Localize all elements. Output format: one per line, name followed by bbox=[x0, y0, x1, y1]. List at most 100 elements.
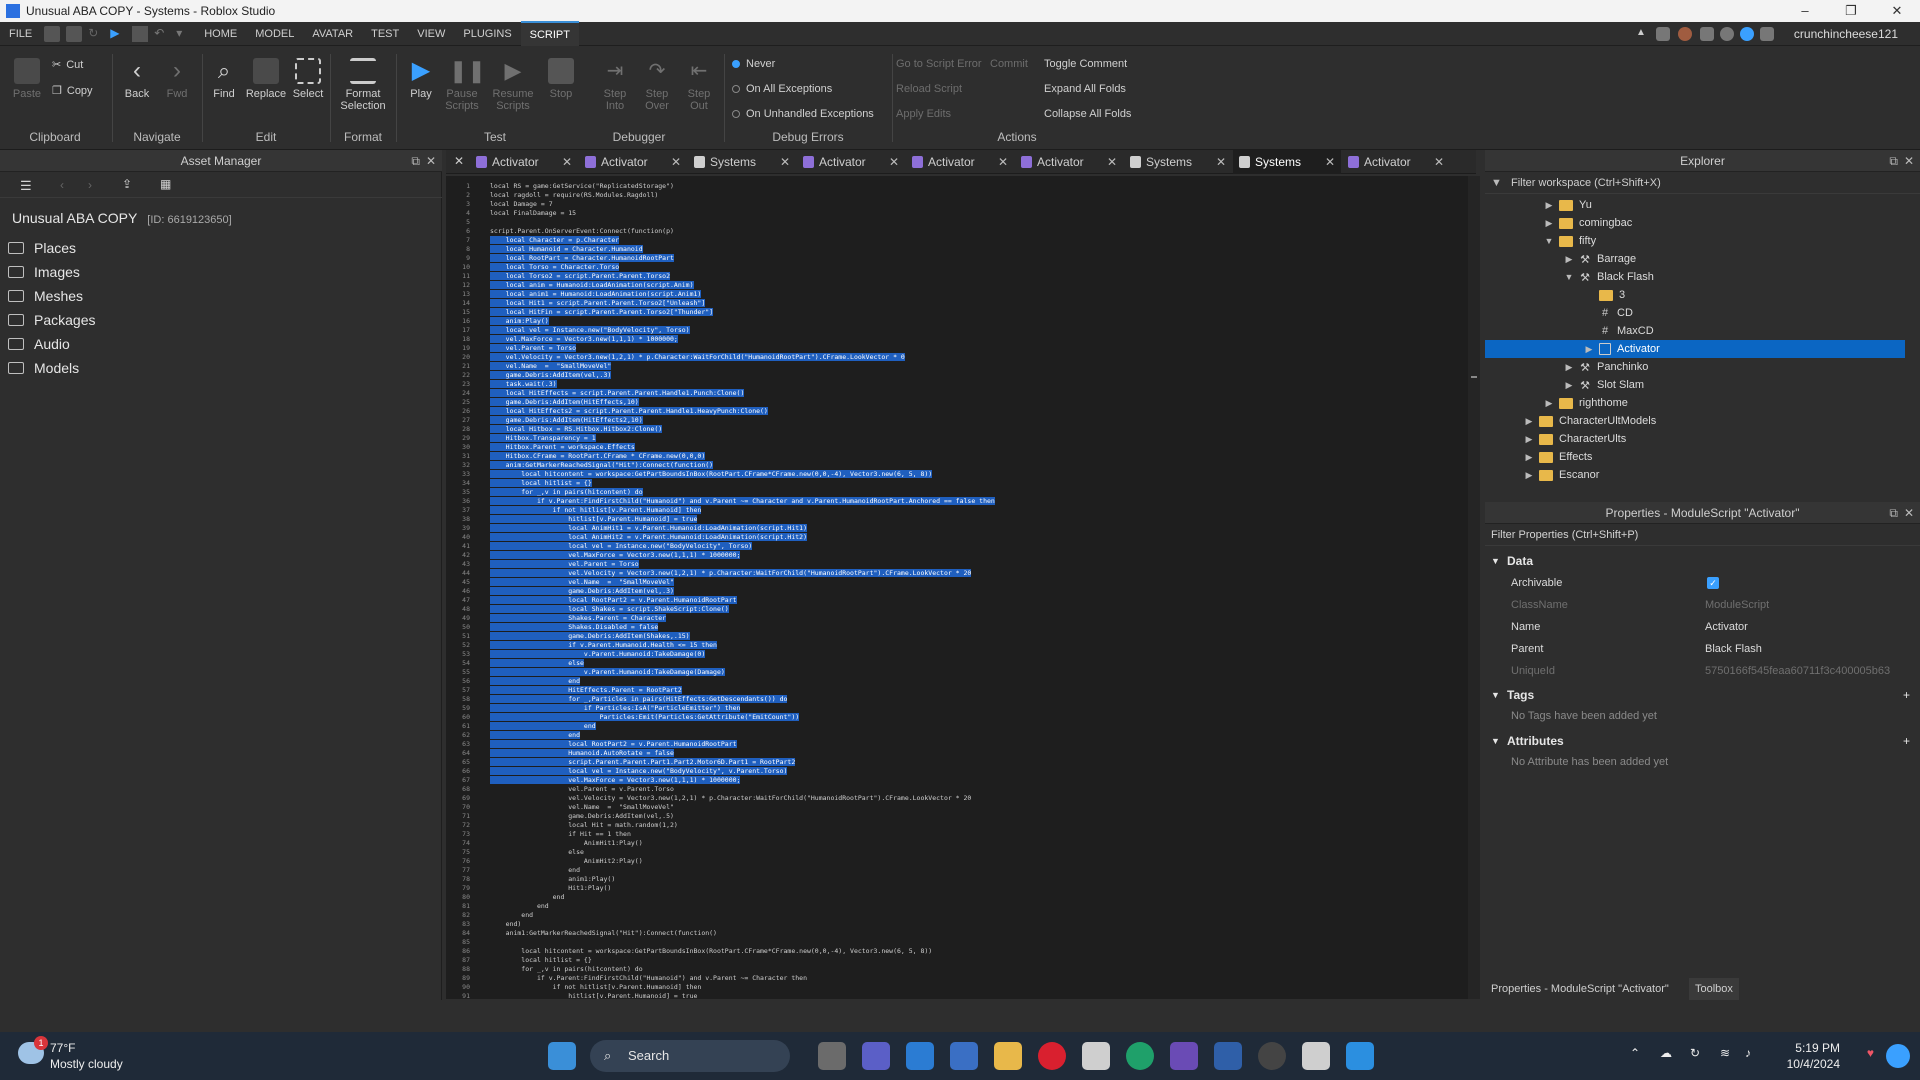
back-nav-icon[interactable]: ‹ bbox=[60, 178, 64, 192]
expand-arrow-icon[interactable]: ▶ bbox=[1523, 416, 1535, 427]
tab-properties[interactable]: Properties - ModuleScript "Activator" bbox=[1491, 978, 1669, 1000]
menu-avatar[interactable]: AVATAR bbox=[303, 22, 362, 46]
radio-never[interactable]: Never bbox=[732, 58, 775, 70]
expand-arrow-icon[interactable]: ▶ bbox=[1523, 434, 1535, 445]
replace-button[interactable]: Replace bbox=[244, 58, 288, 100]
prop-value[interactable]: Activator bbox=[1705, 616, 1748, 638]
upload-icon[interactable]: ⇪ bbox=[122, 177, 132, 191]
menu-view[interactable]: VIEW bbox=[408, 22, 454, 46]
stop-icon[interactable] bbox=[132, 25, 149, 42]
cloud-icon[interactable] bbox=[1740, 27, 1754, 41]
share-icon[interactable] bbox=[1760, 27, 1774, 41]
commit-button[interactable]: Commit bbox=[990, 58, 1028, 70]
team-create-icon[interactable] bbox=[1700, 27, 1714, 41]
section-data[interactable]: ▼ Data bbox=[1485, 550, 1920, 572]
close-tab-icon[interactable]: ✕ bbox=[780, 150, 790, 174]
undo-icon[interactable]: ↶ bbox=[154, 26, 170, 42]
avatar-icon[interactable] bbox=[1678, 27, 1692, 41]
explorer-item[interactable]: ▶ CharacterUltModels bbox=[1485, 412, 1905, 430]
redo-icon[interactable]: ↻ bbox=[88, 26, 104, 42]
pin-icon[interactable]: ⧉ bbox=[1889, 502, 1898, 524]
collapse-arrow-icon[interactable]: ▼ bbox=[1563, 272, 1575, 282]
play-button[interactable]: ▶ Play bbox=[404, 58, 438, 101]
collapse-ribbon-icon[interactable]: ▲ bbox=[1636, 27, 1650, 41]
close-tab-icon[interactable]: ✕ bbox=[671, 150, 681, 174]
copilot-icon[interactable] bbox=[1886, 1044, 1910, 1068]
system-clock[interactable]: 5:19 PM 10/4/2024 bbox=[1787, 1040, 1840, 1072]
expand-arrow-icon[interactable]: ▶ bbox=[1543, 398, 1555, 409]
windows-start-icon[interactable] bbox=[548, 1042, 576, 1070]
explorer-item[interactable]: 3 bbox=[1485, 286, 1905, 304]
close-tab-icon[interactable]: ✕ bbox=[1107, 150, 1117, 174]
code-editor[interactable]: 1 2 3 4 5 6 7 8 9 10 11 12 13 14 15 16 17 18 19 20 21 22 23 24 2… bbox=[446, 176, 1468, 999]
taskbar-search[interactable]: ⌕ Search bbox=[590, 1040, 790, 1072]
hamburger-menu-icon[interactable]: ☰ bbox=[20, 178, 32, 194]
expand-arrow-icon[interactable]: ▶ bbox=[1563, 380, 1575, 391]
scrollbar-thumb[interactable] bbox=[1471, 376, 1477, 378]
roblox-studio-icon[interactable] bbox=[1346, 1042, 1374, 1070]
onedrive-icon[interactable]: ☁ bbox=[1660, 1046, 1672, 1060]
grid-view-icon[interactable]: ▦ bbox=[160, 177, 171, 191]
step-into-button[interactable]: ⇥ Step Into bbox=[596, 58, 634, 112]
store-icon[interactable] bbox=[950, 1042, 978, 1070]
step-over-button[interactable]: ↷ Step Over bbox=[638, 58, 676, 112]
play-icon[interactable]: ▶ bbox=[110, 26, 126, 42]
close-tab-icon[interactable]: ✕ bbox=[562, 150, 572, 174]
expand-arrow-icon[interactable]: ▶ bbox=[1543, 200, 1555, 211]
volume-icon[interactable]: ♪ bbox=[1745, 1046, 1751, 1060]
explorer-item[interactable]: ▶ comingbac bbox=[1485, 214, 1905, 232]
notifications-icon[interactable] bbox=[1656, 27, 1670, 41]
edge-icon[interactable] bbox=[1126, 1042, 1154, 1070]
tab-activator[interactable]: Activator ✕ bbox=[797, 150, 905, 174]
close-tab-icon[interactable]: ✕ bbox=[1434, 150, 1444, 174]
section-attributes[interactable]: ▼ Attributes + bbox=[1485, 730, 1920, 752]
asset-item-images[interactable]: Images bbox=[8, 264, 80, 280]
close-panel-icon[interactable]: ✕ bbox=[1904, 502, 1914, 524]
opera-icon[interactable] bbox=[1038, 1042, 1066, 1070]
task-view-icon[interactable] bbox=[818, 1042, 846, 1070]
minimize-button[interactable]: – bbox=[1782, 0, 1828, 22]
explorer-item[interactable]: ▶ ⚒ Barrage bbox=[1485, 250, 1905, 268]
tab-activator[interactable]: Activator ✕ bbox=[1342, 150, 1450, 174]
app-icon[interactable] bbox=[1214, 1042, 1242, 1070]
expand-arrow-icon[interactable]: ▶ bbox=[1523, 470, 1535, 481]
explorer-filter-input[interactable]: ▼ Filter workspace (Ctrl+Shift+X) bbox=[1485, 172, 1920, 194]
asset-item-meshes[interactable]: Meshes bbox=[8, 288, 83, 304]
expand-arrow-icon[interactable]: ▶ bbox=[1583, 344, 1595, 355]
collapse-all-folds-button[interactable]: Collapse All Folds bbox=[1044, 108, 1131, 120]
forward-button[interactable]: › Fwd bbox=[160, 58, 194, 101]
paste-button[interactable]: Paste bbox=[10, 58, 44, 100]
asset-item-models[interactable]: Models bbox=[8, 360, 79, 376]
collapse-arrow-icon[interactable]: ▼ bbox=[1543, 236, 1555, 246]
close-tab-icon[interactable]: ✕ bbox=[889, 150, 899, 174]
explorer-item[interactable]: ▶ righthome bbox=[1485, 394, 1905, 412]
properties-filter-input[interactable]: Filter Properties (Ctrl+Shift+P) bbox=[1485, 524, 1920, 546]
toggle-comment-button[interactable]: Toggle Comment bbox=[1044, 58, 1127, 70]
expand-arrow-icon[interactable]: ▶ bbox=[1543, 218, 1555, 229]
sync-icon[interactable]: ↻ bbox=[1690, 1046, 1700, 1060]
close-button[interactable]: ✕ bbox=[1874, 0, 1920, 22]
tab-systems[interactable]: Systems ✕ bbox=[1124, 150, 1232, 174]
asset-item-packages[interactable]: Packages bbox=[8, 312, 95, 328]
add-tag-icon[interactable]: + bbox=[1903, 684, 1910, 706]
help-icon[interactable] bbox=[1720, 27, 1734, 41]
add-attribute-icon[interactable]: + bbox=[1903, 730, 1910, 752]
weather-widget[interactable]: 1 77°F Mostly cloudy bbox=[18, 1036, 123, 1072]
asset-item-places[interactable]: Places bbox=[8, 240, 76, 256]
explorer-item[interactable]: ▶ ⚒ Slot Slam bbox=[1485, 376, 1905, 394]
open-file-icon[interactable] bbox=[66, 25, 83, 42]
prop-value[interactable]: Black Flash bbox=[1705, 638, 1762, 660]
explorer-item[interactable]: ▼ fifty bbox=[1485, 232, 1905, 250]
close-tab-icon[interactable]: ✕ bbox=[1325, 150, 1335, 174]
menu-script[interactable]: SCRIPT bbox=[520, 20, 579, 47]
asset-item-audio[interactable]: Audio bbox=[8, 336, 70, 352]
close-panel-icon[interactable]: ✕ bbox=[1904, 150, 1914, 172]
menu-home[interactable]: HOME bbox=[195, 22, 246, 46]
cut-button[interactable]: ✂ Cut bbox=[52, 58, 83, 72]
reload-script-button[interactable]: Reload Script bbox=[896, 83, 962, 95]
expand-arrow-icon[interactable]: ▶ bbox=[1523, 452, 1535, 463]
tab-activator[interactable]: Activator ✕ bbox=[1015, 150, 1123, 174]
explorer-item[interactable]: ▶ Effects bbox=[1485, 448, 1905, 466]
close-all-tabs-icon[interactable]: ✕ bbox=[454, 154, 464, 168]
radio-on-all-exceptions[interactable]: On All Exceptions bbox=[732, 83, 832, 95]
